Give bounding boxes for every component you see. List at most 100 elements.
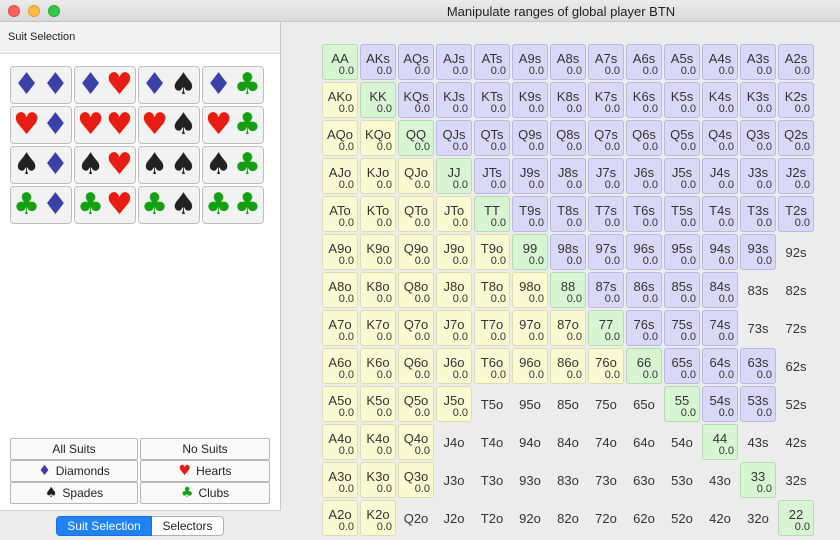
hand-cell-T6s[interactable]: T6s 0.0 bbox=[626, 196, 662, 232]
hand-cell-53s[interactable]: 53s 0.0 bbox=[740, 386, 776, 422]
hand-cell-T8o[interactable]: T8o 0.0 bbox=[474, 272, 510, 308]
hand-cell-Q5s[interactable]: Q5s 0.0 bbox=[664, 120, 700, 156]
hand-cell-96s[interactable]: 96s 0.0 bbox=[626, 234, 662, 270]
hand-cell-64s[interactable]: 64s 0.0 bbox=[702, 348, 738, 384]
suit-combo-diamond-diamond[interactable]: ♦ ♦ bbox=[10, 66, 72, 104]
hand-cell-AJs[interactable]: AJs 0.0 bbox=[436, 44, 472, 80]
hand-cell-J4o[interactable]: J4o bbox=[436, 424, 472, 460]
hand-cell-QJs[interactable]: QJs 0.0 bbox=[436, 120, 472, 156]
hand-cell-J5s[interactable]: J5s 0.0 bbox=[664, 158, 700, 194]
hand-cell-Q9s[interactable]: Q9s 0.0 bbox=[512, 120, 548, 156]
hand-cell-A5s[interactable]: A5s 0.0 bbox=[664, 44, 700, 80]
hand-cell-A9s[interactable]: A9s 0.0 bbox=[512, 44, 548, 80]
hand-cell-QTo[interactable]: QTo 0.0 bbox=[398, 196, 434, 232]
hand-cell-ATo[interactable]: ATo 0.0 bbox=[322, 196, 358, 232]
suit-combo-spade-club[interactable]: ♠ ♣ bbox=[202, 146, 264, 184]
hand-cell-88[interactable]: 88 0.0 bbox=[550, 272, 586, 308]
hand-cell-54o[interactable]: 54o bbox=[664, 424, 700, 460]
hand-cell-KJs[interactable]: KJs 0.0 bbox=[436, 82, 472, 118]
hand-cell-95s[interactable]: 95s 0.0 bbox=[664, 234, 700, 270]
minimize-window-button[interactable] bbox=[28, 5, 40, 17]
tab-selectors[interactable]: Selectors bbox=[152, 516, 224, 536]
hand-cell-T5s[interactable]: T5s 0.0 bbox=[664, 196, 700, 232]
hand-cell-33[interactable]: 33 0.0 bbox=[740, 462, 776, 498]
hand-cell-K5o[interactable]: K5o 0.0 bbox=[360, 386, 396, 422]
hand-cell-73s[interactable]: 73s bbox=[740, 310, 776, 346]
hand-cell-Q9o[interactable]: Q9o 0.0 bbox=[398, 234, 434, 270]
hand-cell-Q4o[interactable]: Q4o 0.0 bbox=[398, 424, 434, 460]
hand-cell-J6s[interactable]: J6s 0.0 bbox=[626, 158, 662, 194]
hand-cell-83o[interactable]: 83o bbox=[550, 462, 586, 498]
hand-cell-Q3s[interactable]: Q3s 0.0 bbox=[740, 120, 776, 156]
hand-cell-74o[interactable]: 74o bbox=[588, 424, 624, 460]
hand-cell-99[interactable]: 99 0.0 bbox=[512, 234, 548, 270]
hand-cell-98s[interactable]: 98s 0.0 bbox=[550, 234, 586, 270]
hand-cell-75o[interactable]: 75o bbox=[588, 386, 624, 422]
hand-cell-87o[interactable]: 87o 0.0 bbox=[550, 310, 586, 346]
suit-combo-club-club[interactable]: ♣ ♣ bbox=[202, 186, 264, 224]
hand-cell-T4o[interactable]: T4o bbox=[474, 424, 510, 460]
suit-combo-heart-spade[interactable]: ♥ ♠ bbox=[138, 106, 200, 144]
hand-cell-K6s[interactable]: K6s 0.0 bbox=[626, 82, 662, 118]
suit-combo-heart-diamond[interactable]: ♥ ♦ bbox=[10, 106, 72, 144]
hand-cell-AKs[interactable]: AKs 0.0 bbox=[360, 44, 396, 80]
hand-cell-K8s[interactable]: K8s 0.0 bbox=[550, 82, 586, 118]
hand-cell-62s[interactable]: 62s bbox=[778, 348, 814, 384]
suit-combo-club-diamond[interactable]: ♣ ♦ bbox=[10, 186, 72, 224]
hand-cell-J4s[interactable]: J4s 0.0 bbox=[702, 158, 738, 194]
hand-cell-92s[interactable]: 92s bbox=[778, 234, 814, 270]
diamonds-button[interactable]: ♦ Diamonds bbox=[10, 460, 138, 482]
hand-cell-T7s[interactable]: T7s 0.0 bbox=[588, 196, 624, 232]
suit-combo-spade-diamond[interactable]: ♠ ♦ bbox=[10, 146, 72, 184]
hand-cell-93o[interactable]: 93o bbox=[512, 462, 548, 498]
hand-cell-A4o[interactable]: A4o 0.0 bbox=[322, 424, 358, 460]
hand-cell-82s[interactable]: 82s bbox=[778, 272, 814, 308]
hand-cell-K9o[interactable]: K9o 0.0 bbox=[360, 234, 396, 270]
hand-cell-82o[interactable]: 82o bbox=[550, 500, 586, 536]
hand-cell-AKo[interactable]: AKo 0.0 bbox=[322, 82, 358, 118]
hand-cell-QTs[interactable]: QTs 0.0 bbox=[474, 120, 510, 156]
suit-combo-club-spade[interactable]: ♣ ♠ bbox=[138, 186, 200, 224]
hand-cell-43s[interactable]: 43s bbox=[740, 424, 776, 460]
hand-cell-KTo[interactable]: KTo 0.0 bbox=[360, 196, 396, 232]
hand-cell-K4s[interactable]: K4s 0.0 bbox=[702, 82, 738, 118]
hand-cell-J7o[interactable]: J7o 0.0 bbox=[436, 310, 472, 346]
hand-cell-94o[interactable]: 94o bbox=[512, 424, 548, 460]
hand-cell-86o[interactable]: 86o 0.0 bbox=[550, 348, 586, 384]
hand-cell-76o[interactable]: 76o 0.0 bbox=[588, 348, 624, 384]
hand-cell-84s[interactable]: 84s 0.0 bbox=[702, 272, 738, 308]
hand-cell-A2o[interactable]: A2o 0.0 bbox=[322, 500, 358, 536]
hand-cell-97s[interactable]: 97s 0.0 bbox=[588, 234, 624, 270]
hand-cell-84o[interactable]: 84o bbox=[550, 424, 586, 460]
hand-cell-86s[interactable]: 86s 0.0 bbox=[626, 272, 662, 308]
hand-cell-32s[interactable]: 32s bbox=[778, 462, 814, 498]
suit-combo-diamond-club[interactable]: ♦ ♣ bbox=[202, 66, 264, 104]
hand-cell-A3o[interactable]: A3o 0.0 bbox=[322, 462, 358, 498]
suit-combo-heart-club[interactable]: ♥ ♣ bbox=[202, 106, 264, 144]
hand-cell-93s[interactable]: 93s 0.0 bbox=[740, 234, 776, 270]
hand-cell-A8o[interactable]: A8o 0.0 bbox=[322, 272, 358, 308]
close-window-button[interactable] bbox=[8, 5, 20, 17]
suit-combo-spade-heart[interactable]: ♠ ♥ bbox=[74, 146, 136, 184]
hand-cell-K2s[interactable]: K2s 0.0 bbox=[778, 82, 814, 118]
hand-cell-98o[interactable]: 98o 0.0 bbox=[512, 272, 548, 308]
hand-cell-A5o[interactable]: A5o 0.0 bbox=[322, 386, 358, 422]
hand-cell-64o[interactable]: 64o bbox=[626, 424, 662, 460]
hand-cell-Q5o[interactable]: Q5o 0.0 bbox=[398, 386, 434, 422]
hand-cell-JTo[interactable]: JTo 0.0 bbox=[436, 196, 472, 232]
hand-cell-62o[interactable]: 62o bbox=[626, 500, 662, 536]
hand-cell-KTs[interactable]: KTs 0.0 bbox=[474, 82, 510, 118]
hand-cell-52o[interactable]: 52o bbox=[664, 500, 700, 536]
hand-cell-TT[interactable]: TT 0.0 bbox=[474, 196, 510, 232]
hand-cell-54s[interactable]: 54s 0.0 bbox=[702, 386, 738, 422]
hand-cell-K6o[interactable]: K6o 0.0 bbox=[360, 348, 396, 384]
hand-cell-97o[interactable]: 97o 0.0 bbox=[512, 310, 548, 346]
hand-cell-Q7s[interactable]: Q7s 0.0 bbox=[588, 120, 624, 156]
hand-cell-K8o[interactable]: K8o 0.0 bbox=[360, 272, 396, 308]
hand-cell-76s[interactable]: 76s 0.0 bbox=[626, 310, 662, 346]
hand-cell-43o[interactable]: 43o bbox=[702, 462, 738, 498]
hand-cell-42s[interactable]: 42s bbox=[778, 424, 814, 460]
hand-cell-J2s[interactable]: J2s 0.0 bbox=[778, 158, 814, 194]
hand-cell-32o[interactable]: 32o bbox=[740, 500, 776, 536]
hand-cell-Q7o[interactable]: Q7o 0.0 bbox=[398, 310, 434, 346]
